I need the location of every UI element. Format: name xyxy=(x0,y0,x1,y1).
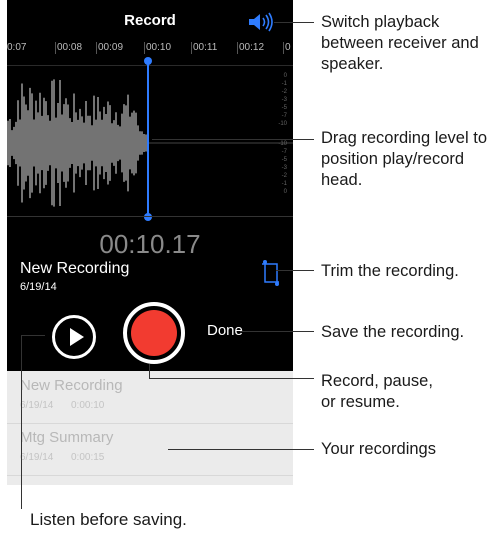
callout-recordings: Your recordings xyxy=(321,440,436,458)
timeline-tick: 00:12 xyxy=(239,42,265,53)
leader-line xyxy=(240,331,314,332)
playhead-bottom-handle[interactable] xyxy=(144,213,152,221)
tick-mark xyxy=(96,42,97,54)
callout-record: Record, pause, or resume. xyxy=(321,372,433,411)
level-scale: 0 -1 -2 -3 -5 -7 -10 -10 -7 -5 -3 -2 -1 … xyxy=(267,72,287,196)
level-scale-label: -5 xyxy=(281,157,287,163)
level-scale-label: -10 xyxy=(278,121,287,127)
recording-name[interactable]: New Recording xyxy=(20,260,129,278)
level-scale-label: -2 xyxy=(281,89,287,95)
callout-speaker: Switch playback between receiver and spe… xyxy=(321,13,479,73)
timeline-tick: 00:08 xyxy=(57,42,83,53)
timeline-tick: 00:10 xyxy=(146,42,172,53)
speaker-icon[interactable] xyxy=(247,12,275,32)
leader-line xyxy=(274,22,314,23)
recording-timer: 00:10.17 xyxy=(99,229,201,259)
recording-date: 6/19/14 xyxy=(20,281,57,293)
leader-line xyxy=(21,335,22,509)
playhead[interactable] xyxy=(147,59,149,219)
leader-line xyxy=(149,364,150,378)
divider xyxy=(7,216,293,217)
tick-mark xyxy=(191,42,192,54)
level-scale-label: -2 xyxy=(281,173,287,179)
timeline-tick: 0 xyxy=(285,42,291,53)
leader-line xyxy=(152,139,314,140)
timeline-tick: 0:07 xyxy=(7,42,27,53)
leader-line xyxy=(21,335,45,336)
tick-mark xyxy=(144,42,145,54)
callout-playhead: Drag recording level to position play/re… xyxy=(321,129,487,189)
tick-mark xyxy=(237,42,238,54)
level-scale-label: -7 xyxy=(281,149,287,155)
list-item-name: Mtg Summary xyxy=(20,429,114,446)
level-scale-label: -5 xyxy=(281,105,287,111)
audio-waveform[interactable] xyxy=(7,70,293,216)
callout-save: Save the recording. xyxy=(321,323,465,341)
tick-mark xyxy=(283,42,284,54)
list-item-duration: 0:00:15 xyxy=(71,452,105,463)
leader-line xyxy=(276,270,314,271)
level-scale-label: -1 xyxy=(281,81,287,87)
leader-line xyxy=(149,378,314,379)
timeline-tick: 00:09 xyxy=(98,42,124,53)
level-scale-label: 0 xyxy=(283,189,287,195)
playhead-top-handle[interactable] xyxy=(144,57,152,65)
trim-icon[interactable] xyxy=(259,258,283,288)
list-item-name: New Recording xyxy=(20,377,123,394)
play-icon xyxy=(70,328,84,346)
level-scale-label: -3 xyxy=(281,165,287,171)
record-icon xyxy=(131,310,177,356)
level-scale-label: 0 xyxy=(283,73,287,79)
list-item-duration: 0:00:10 xyxy=(71,400,105,411)
voice-memos-screen: Record 0:07 00:08 00:09 00:10 00:11 00:1… xyxy=(7,0,293,485)
play-button[interactable] xyxy=(52,315,96,359)
timeline-tick: 00:11 xyxy=(193,42,218,53)
done-button[interactable]: Done xyxy=(207,322,243,339)
callout-trim: Trim the recording. xyxy=(321,262,459,280)
list-item-date: 6/19/14 xyxy=(20,452,54,463)
callout-listen: Listen before saving. xyxy=(30,510,187,529)
tick-mark xyxy=(55,42,56,54)
level-scale-label: -3 xyxy=(281,97,287,103)
level-scale-label: -10 xyxy=(278,141,287,147)
recordings-list: New Recording 6/19/14 0:00:10 Mtg Summar… xyxy=(7,371,293,485)
level-scale-label: -1 xyxy=(281,181,287,187)
level-scale-label: -7 xyxy=(281,113,287,119)
list-item-date: 6/19/14 xyxy=(20,400,54,411)
leader-line xyxy=(168,449,314,450)
record-button[interactable] xyxy=(123,302,185,364)
